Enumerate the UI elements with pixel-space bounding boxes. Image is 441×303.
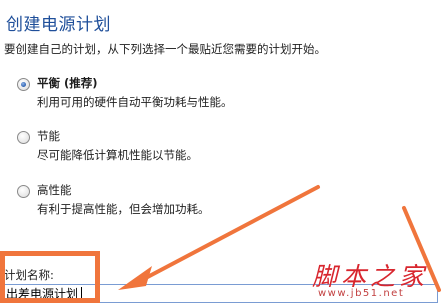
page-title: 创建电源计划	[6, 15, 111, 35]
plan-name: 节能	[37, 129, 60, 143]
plan-option-text: 节能 尽可能降低计算机性能以节能。	[37, 129, 198, 163]
plan-description: 有利于提高性能，但会增加功耗。	[37, 202, 210, 216]
text-caret	[81, 287, 82, 300]
plan-option-balanced[interactable]: 平衡 (推荐) 利用可用的硬件自动平衡功耗与性能。	[17, 76, 347, 110]
plan-option-high-performance[interactable]: 高性能 有利于提高性能，但会增加功耗。	[17, 183, 347, 217]
plan-description: 利用可用的硬件自动平衡功耗与性能。	[37, 95, 233, 109]
plan-description: 尽可能降低计算机性能以节能。	[37, 148, 198, 162]
create-power-plan-page: 创建电源计划 要创建自己的计划，从下列选择一个最贴近您需要的计划开始。 平衡 (…	[0, 0, 441, 303]
page-subtitle: 要创建自己的计划，从下列选择一个最贴近您需要的计划开始。	[4, 42, 326, 56]
radio-power-saver[interactable]	[17, 131, 30, 144]
plan-name: 平衡 (推荐)	[37, 76, 98, 90]
watermark-url: www.jb51.net	[318, 288, 405, 299]
plan-name: 高性能	[37, 183, 72, 197]
plan-option-text: 高性能 有利于提高性能，但会增加功耗。	[37, 183, 210, 217]
radio-balanced[interactable]	[17, 78, 30, 91]
plan-option-text: 平衡 (推荐) 利用可用的硬件自动平衡功耗与性能。	[37, 76, 233, 110]
plan-option-power-saver[interactable]: 节能 尽可能降低计算机性能以节能。	[17, 129, 347, 163]
plan-name-label: 计划名称:	[4, 268, 54, 282]
radio-high-performance[interactable]	[17, 185, 30, 198]
